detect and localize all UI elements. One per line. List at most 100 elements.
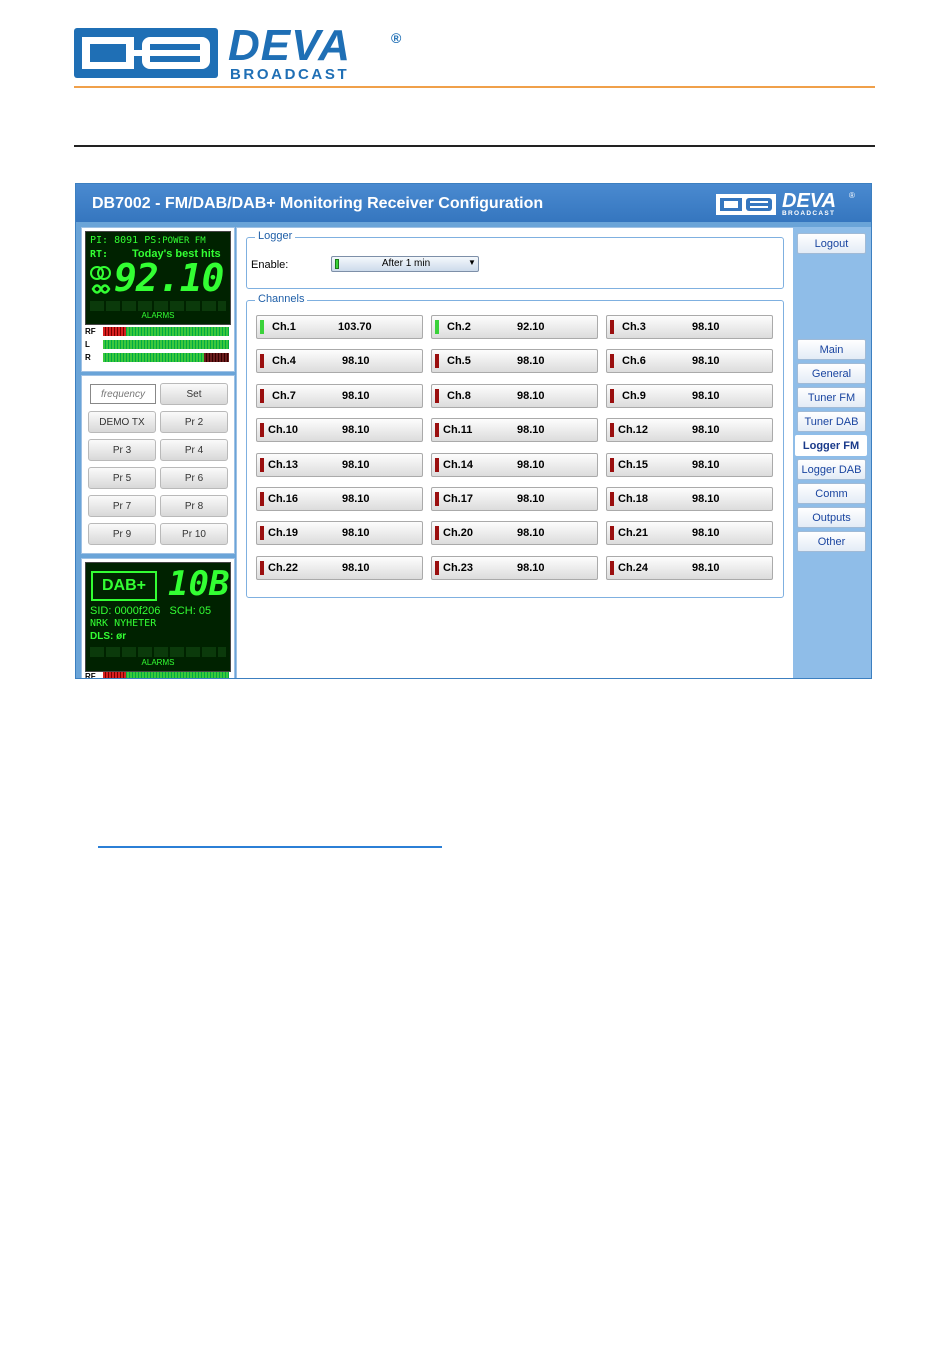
channel-name: Ch.15 bbox=[618, 458, 648, 471]
channel-button[interactable]: Ch.21 98.10 bbox=[606, 521, 773, 546]
nav-item-main[interactable]: Main bbox=[797, 339, 866, 360]
channel-button[interactable]: Ch.13 98.10 bbox=[256, 452, 423, 477]
ps-value: POWER FM bbox=[162, 236, 206, 246]
section-rule bbox=[74, 145, 875, 147]
channel-button[interactable]: Ch.20 98.10 bbox=[431, 521, 598, 546]
channels-legend: Channels bbox=[255, 293, 308, 305]
channel-frequency: 98.10 bbox=[342, 458, 370, 471]
channel-frequency: 98.10 bbox=[692, 321, 720, 333]
channel-button[interactable]: Ch.9 98.10 bbox=[606, 383, 773, 408]
channel-button[interactable]: Ch.11 98.10 bbox=[431, 418, 598, 443]
channel-status-indicator bbox=[610, 320, 614, 334]
dab-alarm-leds bbox=[90, 647, 226, 657]
channel-frequency: 98.10 bbox=[692, 493, 720, 505]
channel-button[interactable]: Ch.6 98.10 bbox=[606, 349, 773, 374]
meter-overload-segment bbox=[203, 353, 229, 362]
dab-rf-meter bbox=[103, 672, 229, 678]
nav-item-comm[interactable]: Comm bbox=[797, 483, 866, 504]
app-title: DB7002 - FM/DAB/DAB+ Monitoring Receiver… bbox=[92, 195, 544, 212]
channel-button[interactable]: Ch.8 98.10 bbox=[431, 383, 598, 408]
channel-frequency: 98.10 bbox=[692, 424, 720, 437]
preset-button[interactable]: Pr 7 bbox=[88, 495, 156, 517]
channel-button[interactable]: Ch.22 98.10 bbox=[256, 555, 423, 580]
preset-button[interactable]: DEMO TX bbox=[88, 411, 156, 433]
channel-status-indicator bbox=[435, 354, 439, 369]
channel-button[interactable]: Ch.24 98.10 bbox=[606, 555, 773, 580]
preset-button[interactable]: Pr 4 bbox=[160, 439, 228, 461]
nav-item-other[interactable]: Other bbox=[797, 531, 866, 552]
mini-db-logo bbox=[716, 194, 776, 215]
preset-button[interactable]: Pr 6 bbox=[160, 467, 228, 489]
channel-name: Ch.2 bbox=[447, 321, 471, 333]
channel-name: Ch.16 bbox=[268, 493, 298, 505]
channel-button[interactable]: Ch.16 98.10 bbox=[256, 487, 423, 511]
frequency-input[interactable]: frequency bbox=[90, 384, 156, 404]
brand-name: DEVA bbox=[228, 21, 351, 70]
nav-item-outputs[interactable]: Outputs bbox=[797, 507, 866, 528]
logger-fieldset: Logger Enable: After 1 min ▼ bbox=[246, 230, 784, 289]
channel-button[interactable]: Ch.23 98.10 bbox=[431, 555, 598, 580]
channel-button[interactable]: Ch.10 98.10 bbox=[256, 418, 423, 443]
channel-frequency: 98.10 bbox=[517, 493, 545, 505]
channel-status-indicator bbox=[610, 388, 614, 403]
meter-label: L bbox=[85, 340, 90, 349]
nav-item-general[interactable]: General bbox=[797, 363, 866, 384]
channel-name: Ch.23 bbox=[443, 561, 473, 574]
channel-name: Ch.22 bbox=[268, 561, 298, 574]
channel-name: Ch.10 bbox=[268, 424, 298, 437]
preset-button[interactable]: Pr 8 bbox=[160, 495, 228, 517]
channel-button[interactable]: Ch.3 98.10 bbox=[606, 315, 773, 339]
channel-name: Ch.14 bbox=[443, 458, 473, 471]
channel-name: Ch.1 bbox=[272, 321, 296, 333]
channel-frequency: 98.10 bbox=[692, 389, 720, 402]
alarms-label: ALARMS bbox=[141, 311, 175, 320]
channel-button[interactable]: Ch.2 92.10 bbox=[431, 315, 598, 339]
channel-status-indicator bbox=[435, 457, 439, 472]
channel-button[interactable]: Ch.4 98.10 bbox=[256, 349, 423, 374]
channel-name: Ch.12 bbox=[618, 424, 648, 437]
channel-button[interactable]: Ch.7 98.10 bbox=[256, 383, 423, 408]
dab-badge: DAB+ bbox=[91, 571, 157, 601]
channel-button[interactable]: Ch.14 98.10 bbox=[431, 452, 598, 477]
channel-grid: Ch.1 103.70 Ch.2 92.10 Ch.3 98.10 Ch.4 98.10 Ch.… bbox=[256, 315, 776, 590]
dls-value: ør bbox=[116, 631, 127, 642]
channel-button[interactable]: Ch.15 98.10 bbox=[606, 452, 773, 477]
channel-status-indicator bbox=[260, 560, 264, 575]
channel-button[interactable]: Ch.18 98.10 bbox=[606, 487, 773, 511]
channel-button[interactable]: Ch.1 103.70 bbox=[256, 315, 423, 339]
preset-button[interactable]: Pr 9 bbox=[88, 523, 156, 545]
nav-item-tuner-dab[interactable]: Tuner DAB bbox=[797, 411, 866, 432]
fm-frequency: 92.10 bbox=[114, 256, 224, 300]
channel-frequency: 98.10 bbox=[517, 458, 545, 471]
preset-button[interactable]: Pr 2 bbox=[160, 411, 228, 433]
nav-item-logger-dab[interactable]: Logger DAB bbox=[797, 459, 866, 480]
nav-item-logger-fm[interactable]: Logger FM bbox=[795, 435, 867, 456]
nav-item-tuner-fm[interactable]: Tuner FM bbox=[797, 387, 866, 408]
channel-status-indicator bbox=[260, 388, 264, 403]
channel-button[interactable]: Ch.12 98.10 bbox=[606, 418, 773, 443]
channel-frequency: 98.10 bbox=[517, 527, 545, 540]
set-button[interactable]: Set bbox=[160, 383, 228, 405]
mini-brand-sub: BROADCAST bbox=[782, 210, 836, 217]
channel-button[interactable]: Ch.5 98.10 bbox=[431, 349, 598, 374]
logout-button[interactable]: Logout bbox=[797, 233, 866, 254]
channel-status-indicator bbox=[260, 320, 264, 334]
preset-button[interactable]: Pr 3 bbox=[88, 439, 156, 461]
logger-enable-select[interactable]: After 1 min ▼ bbox=[331, 256, 479, 272]
channel-name: Ch.6 bbox=[622, 355, 646, 368]
channel-frequency: 98.10 bbox=[517, 561, 545, 574]
channel-button[interactable]: Ch.17 98.10 bbox=[431, 487, 598, 511]
channel-frequency: 98.10 bbox=[692, 458, 720, 471]
preset-button[interactable]: Pr 10 bbox=[160, 523, 228, 545]
preset-button[interactable]: Pr 5 bbox=[88, 467, 156, 489]
channel-name: Ch.20 bbox=[443, 527, 473, 540]
channel-status-indicator bbox=[435, 560, 439, 575]
dab-badge-text: DAB+ bbox=[101, 577, 146, 594]
channel-name: Ch.9 bbox=[622, 389, 646, 402]
channel-name: Ch.4 bbox=[272, 355, 296, 368]
fm-lcd: PI: 8091 PS:POWER FM RT: Today's best hi… bbox=[85, 231, 231, 325]
logger-legend: Logger bbox=[255, 230, 296, 242]
dls-label: DLS: bbox=[90, 631, 114, 642]
channel-frequency: 98.10 bbox=[342, 493, 370, 505]
channel-button[interactable]: Ch.19 98.10 bbox=[256, 521, 423, 546]
